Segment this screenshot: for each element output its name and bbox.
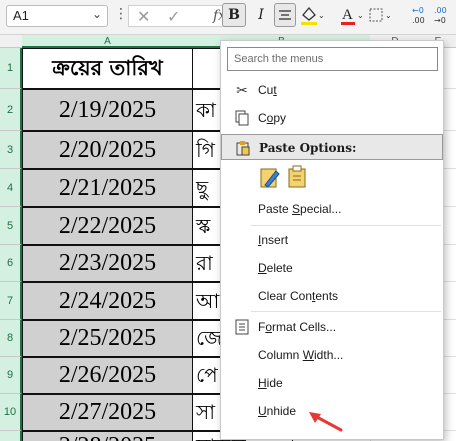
paste-options-icons (259, 165, 319, 191)
font-color-icon: A ⌄ (341, 7, 364, 25)
menu-item-column-width-label: Column Width... (258, 348, 344, 362)
name-box-value: A1 (13, 8, 29, 23)
menu-item-clear-contents[interactable]: Clear Contents (221, 283, 443, 309)
menu-item-insert[interactable]: Insert (221, 227, 443, 253)
row-header[interactable]: 5 (0, 207, 22, 245)
menu-item-cut-label: Cut (258, 83, 277, 97)
row-header[interactable]: 10 (0, 394, 22, 431)
svg-text:.00: .00 (434, 6, 447, 15)
more-options-icon[interactable]: ⋮ (114, 5, 128, 22)
row-header[interactable]: 1 (0, 48, 22, 89)
menu-item-hide[interactable]: Hide (221, 370, 443, 396)
menu-item-format-cells[interactable]: Format Cells... (221, 314, 443, 340)
date-cell[interactable]: 2/19/2025 (22, 89, 193, 131)
row-header[interactable]: 4 (0, 169, 22, 207)
menu-item-paste-special[interactable]: Paste Special... (221, 196, 443, 222)
format-cells-icon (233, 314, 251, 343)
date-cell[interactable]: 2/22/2025 (22, 207, 193, 245)
menu-search-input[interactable]: Search the menus (227, 47, 438, 71)
menu-item-delete-label: Delete (258, 261, 293, 275)
align-center-button[interactable] (274, 3, 296, 27)
row-header[interactable]: 9 (0, 357, 22, 394)
menu-item-copy-label: Copy (258, 111, 287, 125)
date-cell[interactable]: 2/20/2025 (22, 131, 193, 169)
decimal-icon: ←0 .00 .00 →0 (412, 6, 447, 25)
bold-button[interactable]: B (222, 3, 246, 27)
row-header[interactable]: 7 (0, 282, 22, 320)
svg-text:.00: .00 (412, 16, 425, 25)
menu-item-cut[interactable]: ✂ Cut (221, 77, 443, 103)
svg-text:←0: ←0 (412, 6, 424, 15)
select-all-corner[interactable] (0, 35, 22, 48)
date-cell[interactable]: 2/28/2025 (22, 431, 193, 441)
date-cell[interactable]: 2/26/2025 (22, 357, 193, 394)
menu-item-hide-label: Hide (258, 376, 283, 390)
date-cell[interactable]: 2/23/2025 (22, 245, 193, 282)
date-cell[interactable]: 2/24/2025 (22, 282, 193, 320)
date-cell[interactable]: 2/21/2025 (22, 169, 193, 207)
fill-color-button[interactable]: ⌄ (298, 3, 326, 27)
row-header[interactable]: 6 (0, 245, 22, 282)
date-cell[interactable]: 2/27/2025 (22, 394, 193, 431)
formula-controls: ✕ ✓ fx (128, 5, 230, 27)
align-center-icon (279, 10, 291, 20)
annotation-arrow-icon (309, 412, 343, 432)
decrease-decimal-button[interactable]: ←0 .00 .00 →0 (410, 3, 450, 27)
svg-text:⌄: ⌄ (385, 11, 392, 20)
copy-icon (233, 105, 251, 134)
clipboard-icon (234, 135, 252, 165)
row-header[interactable]: 2 (0, 89, 22, 131)
font-color-button[interactable]: A ⌄ (338, 3, 366, 27)
svg-text:⌄: ⌄ (318, 11, 325, 20)
paste-icon[interactable] (287, 165, 309, 194)
paint-bucket-icon: ⌄ (301, 7, 325, 25)
header-cell-purchase-date[interactable]: ক্রয়ের তারিখ (22, 48, 193, 89)
menu-item-copy[interactable]: Copy (221, 105, 443, 131)
menu-divider (251, 225, 441, 226)
borders-button[interactable]: ⌄ (368, 3, 394, 27)
menu-item-format-cells-label: Format Cells... (258, 320, 337, 334)
svg-text:A: A (342, 7, 353, 23)
svg-text:→0: →0 (434, 16, 446, 25)
date-cell[interactable]: 2/25/2025 (22, 320, 193, 357)
paste-options-label: Paste Options: (259, 141, 357, 155)
menu-item-paste-special-label: Paste Special... (258, 202, 342, 216)
name-box[interactable]: A1 ⌄ (6, 5, 108, 27)
column-header-a[interactable]: A (22, 35, 193, 48)
paste-formatting-icon[interactable] (259, 165, 281, 194)
svg-text:⌄: ⌄ (357, 11, 364, 20)
menu-item-column-width[interactable]: Column Width... (221, 342, 443, 368)
scissors-icon: ✂ (236, 82, 248, 98)
italic-button[interactable]: I (250, 3, 272, 27)
row-header[interactable]: 3 (0, 131, 22, 169)
row-header[interactable]: 8 (0, 320, 22, 357)
context-menu: Search the menus ✂ Cut Copy Paste Option… (220, 40, 444, 440)
menu-divider (251, 311, 441, 312)
menu-item-delete[interactable]: Delete (221, 255, 443, 281)
paste-options-header: Paste Options: (221, 134, 443, 160)
menu-item-clear-contents-label: Clear Contents (258, 289, 339, 303)
check-icon[interactable]: ✓ (167, 7, 180, 27)
borders-icon: ⌄ (369, 8, 392, 22)
menu-item-insert-label: Insert (258, 233, 289, 247)
chevron-down-icon[interactable]: ⌄ (92, 7, 102, 21)
formula-toolbar: A1 ⌄ ⋮ ✕ ✓ fx B I ⌄ A ⌄ ⌄ ←0 .00 .00 →0 (0, 0, 456, 35)
x-icon[interactable]: ✕ (137, 7, 150, 27)
row-header[interactable] (0, 431, 22, 441)
menu-item-unhide-label: Unhide (258, 404, 297, 418)
